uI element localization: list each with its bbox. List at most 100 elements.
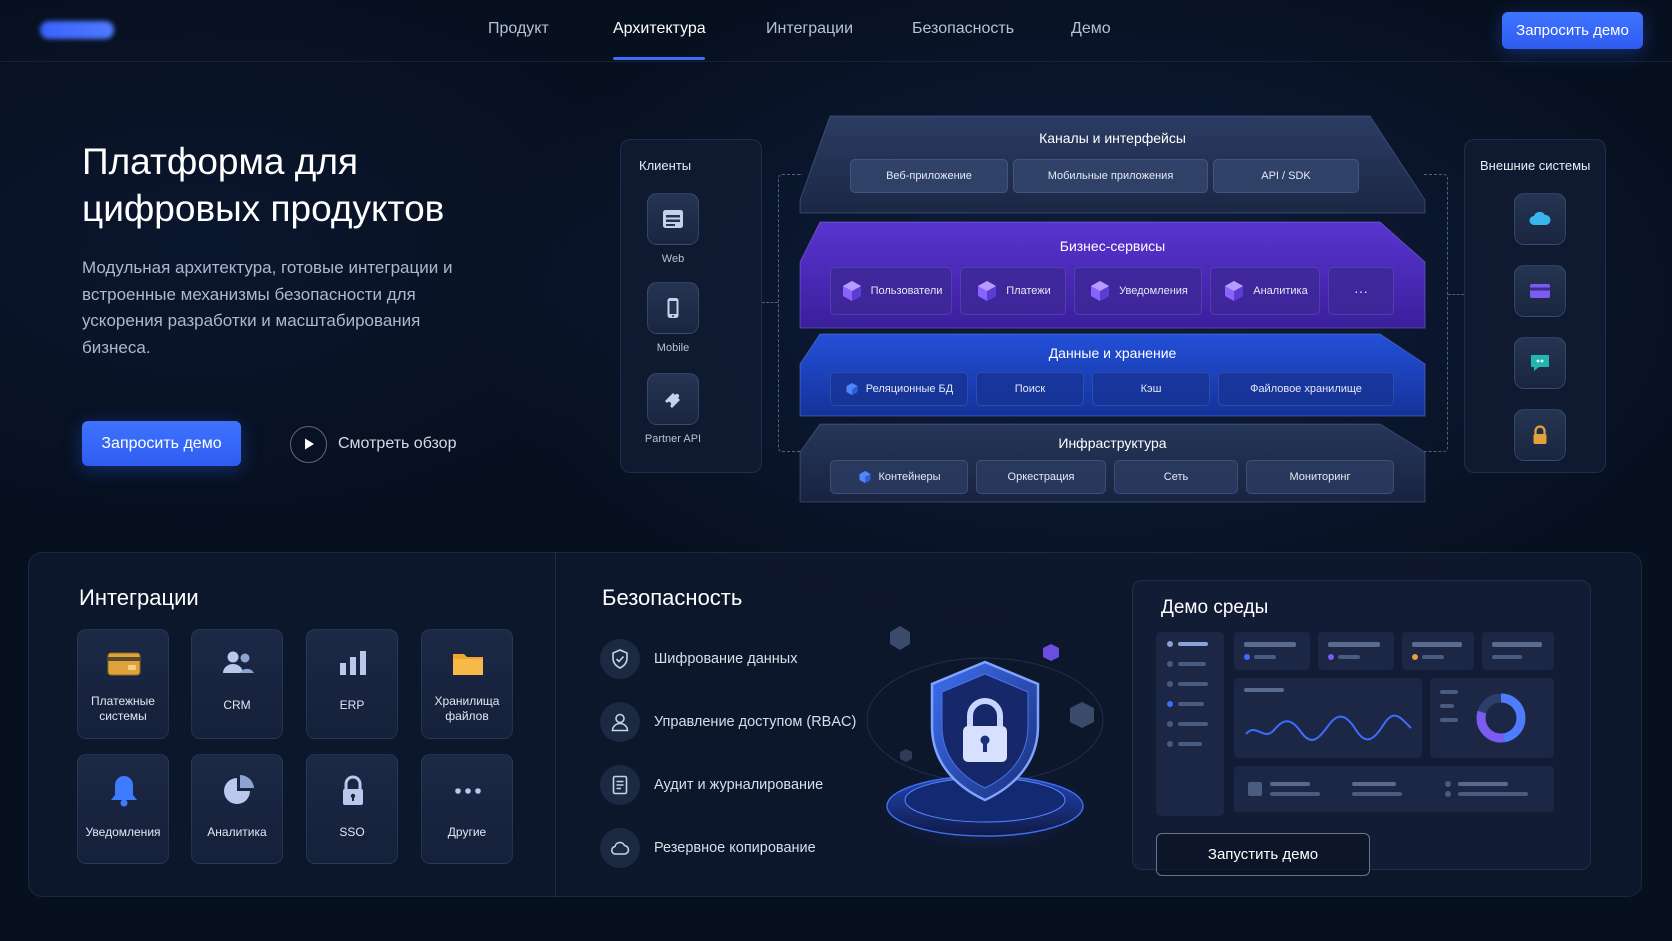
chip-label: Аналитика <box>1253 285 1308 297</box>
integration-label: Другие <box>447 825 487 839</box>
bell-icon <box>111 776 137 807</box>
integration-label: Платежные системы <box>91 694 155 723</box>
cube-icon <box>846 383 858 395</box>
layer-business-services: Бизнес-сервисы Пользователи Платежи Увед… <box>800 222 1425 332</box>
chip-label: Реляционные БД <box>865 383 954 395</box>
integration-erp[interactable]: ERP <box>306 629 398 739</box>
layer-title: Бизнес-сервисы <box>1059 238 1166 254</box>
integration-crm[interactable]: CRM <box>191 629 283 739</box>
hero-request-demo-button[interactable]: Запросить демо <box>82 421 241 466</box>
layer-title: Каналы и интерфейсы <box>1039 130 1186 146</box>
security-title: Безопасность <box>602 585 743 610</box>
demo-title: Демо среды <box>1161 597 1269 618</box>
security-item-rbac: Управление доступом (RBAC) <box>600 702 856 742</box>
integration-label: Уведомления <box>85 825 161 839</box>
section-divider <box>555 552 556 897</box>
integration-payments[interactable]: Платежные системы <box>77 629 169 739</box>
smartphone-icon <box>647 282 699 334</box>
more-icon <box>455 788 481 794</box>
hero-subtitle: Модульная архитектура, готовые интеграци… <box>82 258 453 357</box>
layer-title: Инфраструктура <box>1058 435 1167 451</box>
folder-icon <box>453 654 483 675</box>
integration-sso[interactable]: SSO <box>306 754 398 864</box>
integration-analytics[interactable]: Аналитика <box>191 754 283 864</box>
client-web: Web <box>623 193 723 265</box>
watch-overview-link[interactable]: Смотреть обзор <box>290 425 456 463</box>
cloud-icon <box>600 828 640 868</box>
chip-network: Сеть <box>1114 460 1238 494</box>
clients-connector <box>762 302 778 303</box>
external-systems-title: Внешние системы <box>1480 158 1591 173</box>
demo-dashboard-preview <box>1156 632 1554 816</box>
logo[interactable] <box>40 21 114 39</box>
pie-chart-icon <box>224 774 254 804</box>
request-demo-button[interactable]: Запросить демо <box>1502 12 1643 49</box>
layer-infrastructure: Инфраструктура Контейнеры Оркестрация Се… <box>800 424 1425 514</box>
nav-link-product[interactable]: Продукт <box>488 20 549 38</box>
integration-label: SSO <box>339 825 365 839</box>
integration-file-storage[interactable]: Хранилища файлов <box>421 629 513 739</box>
security-item-backup: Резервное копирование <box>600 828 816 868</box>
integrations-title: Интеграции <box>79 585 199 610</box>
layer-data-storage: Данные и хранение Реляционные БД Поиск К… <box>800 334 1425 424</box>
browser-icon <box>647 193 699 245</box>
chip-api-sdk: API / SDK <box>1213 159 1359 193</box>
integration-label: CRM <box>223 698 251 712</box>
chip-web-app: Веб-приложение <box>850 159 1008 193</box>
chip-label: Уведомления <box>1119 285 1188 297</box>
chip-monitoring: Мониторинг <box>1246 460 1394 494</box>
bar-chart-icon <box>340 651 366 675</box>
launch-demo-button[interactable]: Запустить демо <box>1156 833 1370 876</box>
cloud-icon <box>1514 193 1566 245</box>
external-connector <box>1448 294 1464 295</box>
chip-orchestration: Оркестрация <box>976 460 1106 494</box>
cube-icon <box>1225 281 1244 301</box>
watch-overview-label: Смотреть обзор <box>338 435 457 452</box>
puzzle-icon <box>647 373 699 425</box>
client-label: Mobile <box>656 342 690 354</box>
integration-notifications[interactable]: Уведомления <box>77 754 169 864</box>
nav-link-demo[interactable]: Демо <box>1071 20 1111 38</box>
play-icon <box>290 425 327 463</box>
chip-label: Контейнеры <box>878 471 941 483</box>
lock-icon <box>343 775 363 805</box>
security-label: Аудит и журналирование <box>654 777 824 793</box>
chip-label: Пользователи <box>870 285 943 297</box>
chip-cache: Кэш <box>1092 372 1210 406</box>
user-icon <box>600 702 640 742</box>
chip-relational-db: Реляционные БД <box>830 372 968 406</box>
integration-other[interactable]: Другие <box>421 754 513 864</box>
lock-icon <box>1514 409 1566 461</box>
cube-icon <box>978 281 997 301</box>
chip-label: Платежи <box>1006 285 1051 297</box>
security-shield-illustration <box>866 626 1104 858</box>
card-icon <box>107 652 141 676</box>
cube-icon <box>842 281 861 301</box>
security-item-audit: Аудит и журналирование <box>600 765 823 805</box>
nav-link-integrations[interactable]: Интеграции <box>766 20 853 38</box>
security-label: Резервное копирование <box>654 840 816 856</box>
chip-containers: Контейнеры <box>830 460 968 494</box>
top-navigation: Продукт Архитектура Интеграции Безопасно… <box>0 0 1672 62</box>
users-icon <box>223 651 254 673</box>
shield-check-icon <box>600 639 640 679</box>
clients-title: Клиенты <box>639 158 692 173</box>
nav-link-security[interactable]: Безопасность <box>912 20 1014 38</box>
cube-icon <box>1091 281 1110 301</box>
hero-title: Платформа для цифровых продуктов <box>82 141 445 229</box>
chip-notifications: Уведомления <box>1074 267 1202 315</box>
chip-users: Пользователи <box>830 267 952 315</box>
chat-icon <box>1514 337 1566 389</box>
document-icon <box>600 765 640 805</box>
security-label: Управление доступом (RBAC) <box>654 714 857 730</box>
client-partner-api: Partner API <box>623 373 723 445</box>
security-item-encryption: Шифрование данных <box>600 639 797 679</box>
layer-channels: Каналы и интерфейсы Веб-приложение Мобил… <box>800 110 1425 210</box>
chip-search: Поиск <box>976 372 1084 406</box>
integration-label: Хранилища файлов <box>434 694 500 723</box>
active-tab-indicator <box>613 57 705 60</box>
chip-analytics: Аналитика <box>1210 267 1320 315</box>
chip-mobile-apps: Мобильные приложения <box>1013 159 1208 193</box>
nav-link-architecture[interactable]: Архитектура <box>613 20 706 38</box>
layer-title: Данные и хранение <box>1048 345 1177 361</box>
